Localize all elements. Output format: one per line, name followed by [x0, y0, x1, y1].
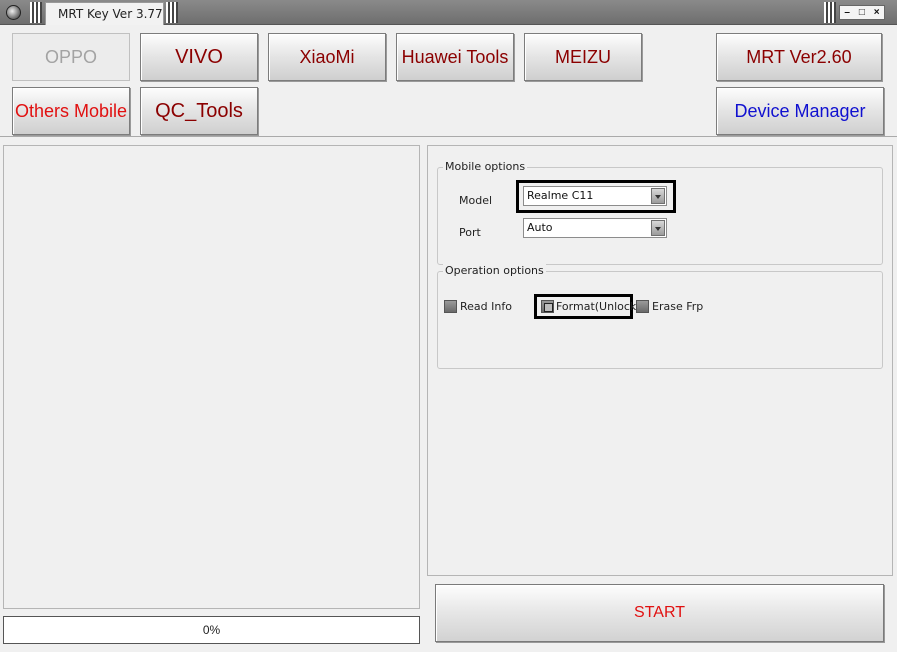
title-grip-controls	[824, 2, 836, 23]
device-manager-button[interactable]: Device Manager	[716, 87, 884, 135]
minimize-button[interactable]: –	[844, 7, 850, 18]
title-grip-right	[166, 2, 178, 23]
title-bar: MRT Key Ver 3.77 – □ ×	[0, 0, 897, 25]
options-panel: Mobile options Model Realme C11 Port Aut…	[427, 145, 893, 576]
maximize-button[interactable]: □	[859, 7, 865, 18]
port-select-value: Auto	[527, 221, 553, 234]
oppo-button[interactable]: OPPO	[12, 33, 130, 81]
model-select-value: Realme C11	[527, 189, 594, 202]
port-select[interactable]: Auto	[523, 218, 667, 238]
meizu-button[interactable]: MEIZU	[524, 33, 642, 81]
window-title: MRT Key Ver 3.77	[45, 2, 164, 25]
model-dropdown-arrow-icon[interactable]	[651, 188, 665, 204]
qc-tools-button[interactable]: QC_Tools	[140, 87, 258, 135]
port-label: Port	[459, 226, 481, 239]
erase-frp-checkbox[interactable]	[636, 300, 649, 313]
port-dropdown-arrow-icon[interactable]	[651, 220, 665, 236]
read-info-label[interactable]: Read Info	[460, 300, 512, 313]
operation-options-group: Operation options	[437, 264, 883, 369]
close-button[interactable]: ×	[874, 7, 880, 18]
start-button[interactable]: START	[435, 584, 884, 642]
brand-toolbar: OPPO VIVO XiaoMi Huawei Tools MEIZU MRT …	[0, 25, 897, 137]
mobile-options-title: Mobile options	[443, 160, 528, 173]
model-select[interactable]: Realme C11	[523, 186, 667, 206]
erase-frp-label[interactable]: Erase Frp	[652, 300, 703, 313]
read-info-checkbox[interactable]	[444, 300, 457, 313]
format-unlock-checkbox[interactable]	[541, 300, 554, 313]
progress-text: 0%	[202, 623, 221, 637]
others-mobile-button[interactable]: Others Mobile	[12, 87, 130, 135]
huawei-tools-button[interactable]: Huawei Tools	[396, 33, 514, 81]
log-output-panel[interactable]	[3, 145, 420, 609]
progress-bar: 0%	[3, 616, 420, 644]
mrt-version-button[interactable]: MRT Ver2.60	[716, 33, 882, 81]
format-unlock-label[interactable]: Format(Unlock)	[556, 300, 641, 313]
app-icon[interactable]	[6, 5, 21, 20]
model-label: Model	[459, 194, 493, 207]
vivo-button[interactable]: VIVO	[140, 33, 258, 81]
xiaomi-button[interactable]: XiaoMi	[268, 33, 386, 81]
window-controls: – □ ×	[839, 5, 885, 20]
title-grip-left	[30, 2, 42, 23]
operation-options-title: Operation options	[443, 264, 546, 277]
